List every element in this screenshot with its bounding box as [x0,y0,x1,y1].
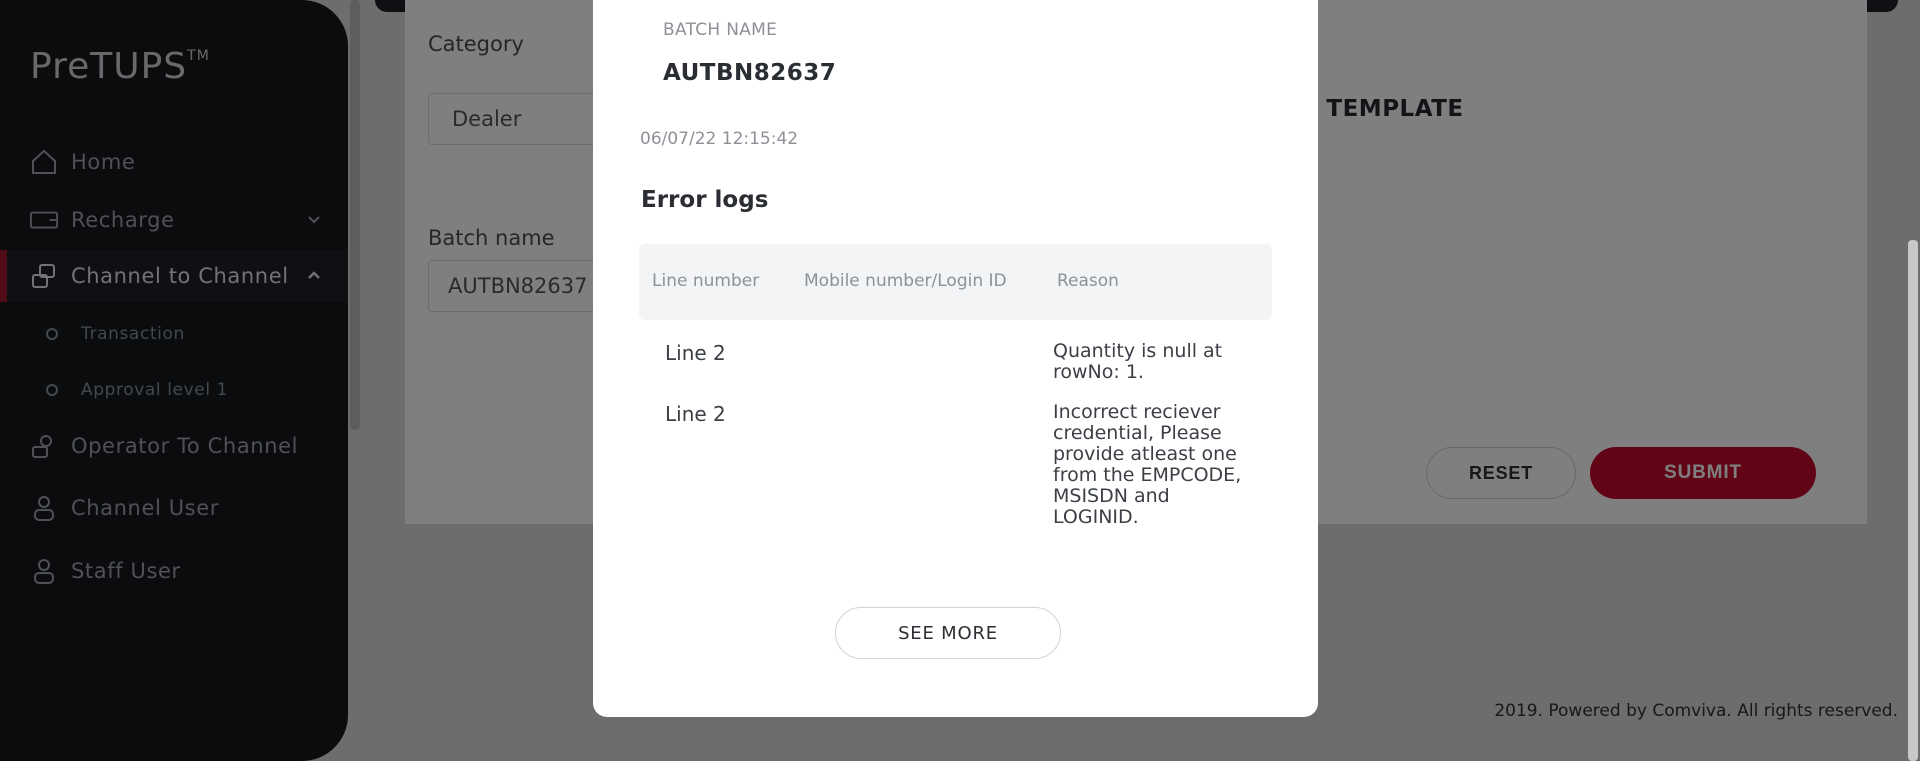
cell-line-number: Line 2 [665,402,726,426]
cell-reason: Quantity is null at rowNo: 1. [1053,340,1223,383]
cell-reason: Incorrect reciever credential, Please pr… [1053,401,1242,528]
modal-title: Error logs [641,187,769,213]
see-more-button[interactable]: SEE MORE [835,607,1061,659]
column-header-line-number: Line number [652,271,760,291]
column-header-reason: Reason [1057,271,1119,291]
page-scrollbar[interactable] [1908,240,1918,761]
modal-timestamp: 06/07/22 12:15:42 [640,129,799,149]
modal-batch-name-label: BATCH NAME [663,20,778,40]
cell-line-number: Line 2 [665,341,726,365]
modal-batch-name-value: AUTBN82637 [663,60,837,86]
error-log-modal: BATCH NAME AUTBN82637 06/07/22 12:15:42 … [593,0,1318,717]
column-header-mobile: Mobile number/Login ID [804,271,1007,291]
error-table-header: Line number Mobile number/Login ID Reaso… [639,244,1272,320]
